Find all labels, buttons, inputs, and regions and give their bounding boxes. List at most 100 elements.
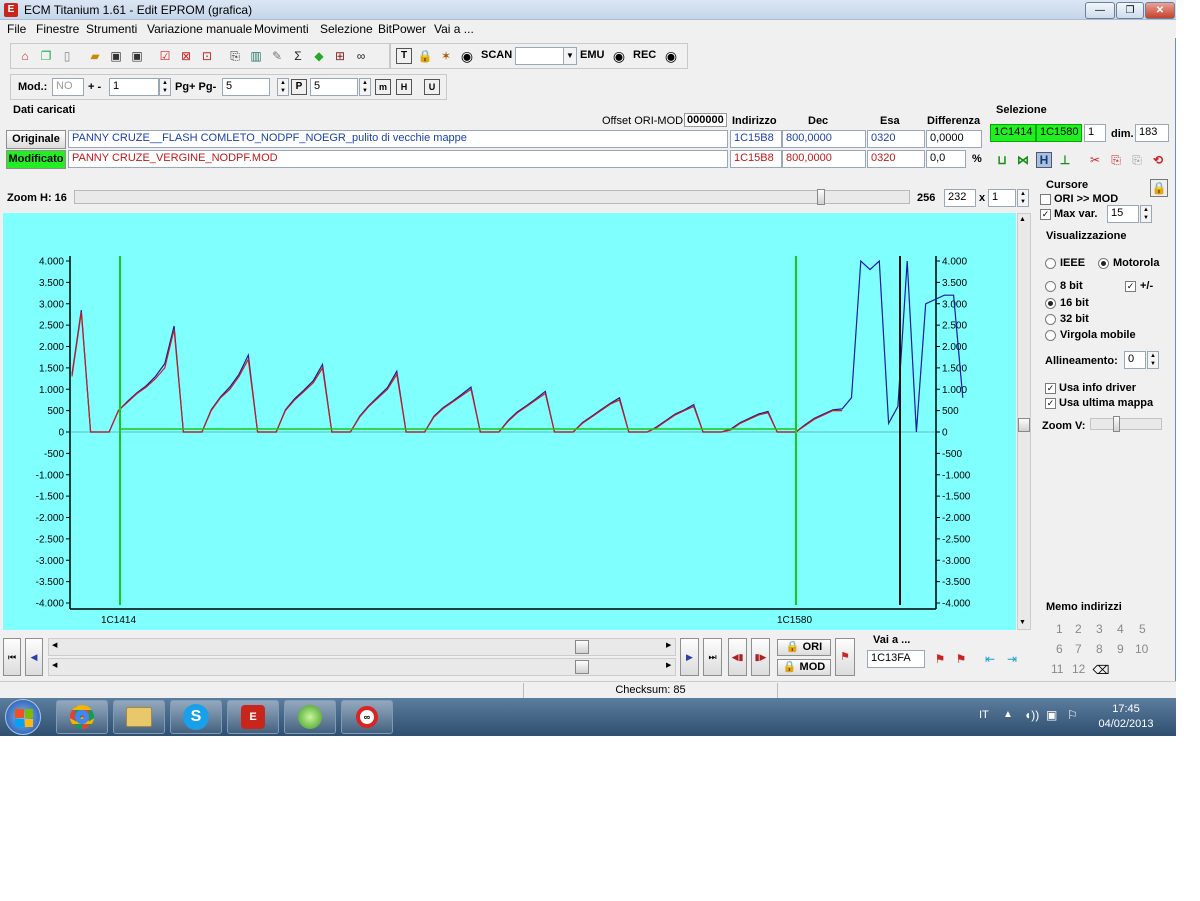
goto-mod-icon[interactable]: ⚑ bbox=[953, 651, 969, 667]
select-h-icon[interactable]: H bbox=[1036, 152, 1052, 168]
select-end-icon[interactable]: ⊥ bbox=[1057, 152, 1073, 168]
plusminus-input[interactable]: 1 bbox=[109, 78, 159, 96]
chrome-taskbar-icon[interactable] bbox=[56, 700, 108, 734]
tools-icon[interactable]: ✎ bbox=[269, 48, 285, 64]
original-diff[interactable]: 0,0000 bbox=[926, 130, 982, 148]
signed-checkbox[interactable]: ✓ bbox=[1125, 281, 1136, 292]
flag-button[interactable]: ⚑ bbox=[835, 638, 855, 676]
speed-app-taskbar-icon[interactable]: ∞ bbox=[341, 700, 393, 734]
bars-icon[interactable]: ▥ bbox=[248, 48, 264, 64]
lock-icon[interactable]: 🔒 bbox=[1150, 179, 1168, 197]
memo-item[interactable]: 6 bbox=[1056, 642, 1063, 656]
graph-vertical-scrollbar[interactable]: ▲ ▼ bbox=[1017, 213, 1031, 630]
action-center-flag-icon[interactable]: ⚐ bbox=[1067, 708, 1078, 722]
memo-item[interactable]: 9 bbox=[1117, 642, 1124, 656]
memo-item[interactable]: 7 bbox=[1075, 642, 1082, 656]
skype-taskbar-icon[interactable]: S bbox=[170, 700, 222, 734]
pg-input[interactable]: 5 bbox=[222, 78, 270, 96]
undo-icon[interactable]: ⟲ bbox=[1150, 152, 1166, 168]
memo-item[interactable]: 11 bbox=[1051, 662, 1063, 676]
scroll-down-icon[interactable]: ▼ bbox=[1019, 619, 1026, 626]
menu-file[interactable]: File bbox=[7, 22, 26, 36]
memo-item[interactable]: 12 bbox=[1072, 662, 1085, 676]
menu-strumenti[interactable]: Strumenti bbox=[86, 22, 137, 36]
clock-time[interactable]: 17:45 bbox=[1101, 703, 1151, 715]
windows-icon[interactable]: ❐ bbox=[38, 48, 54, 64]
align-spinner[interactable]: ▲ ▼ bbox=[1147, 351, 1159, 369]
zoom-value-b[interactable]: 232 bbox=[944, 189, 976, 207]
max-var-checkbox[interactable]: ✓ bbox=[1040, 209, 1051, 220]
ori-scroll-thumb[interactable] bbox=[575, 640, 589, 654]
ori-horizontal-scrollbar[interactable]: ◀ ▶ bbox=[48, 638, 676, 656]
swap-right-icon[interactable]: ⇥ bbox=[1004, 651, 1020, 667]
last-map-checkbox[interactable]: ✓ bbox=[1045, 398, 1056, 409]
paste-icon[interactable]: ⎘ bbox=[1108, 152, 1124, 168]
original-address[interactable]: 1C15B8 bbox=[730, 130, 782, 148]
emu-icon[interactable]: ◉ bbox=[611, 48, 627, 64]
compare-icon[interactable]: ◆ bbox=[311, 48, 327, 64]
ori-mod-checkbox[interactable] bbox=[1040, 194, 1051, 205]
originale-button[interactable]: Originale bbox=[6, 130, 66, 149]
ecm-titanium-taskbar-icon[interactable]: E bbox=[227, 700, 279, 734]
green-app-taskbar-icon[interactable] bbox=[284, 700, 336, 734]
h-icon[interactable]: H bbox=[396, 79, 412, 95]
driver-info-checkbox[interactable]: ✓ bbox=[1045, 383, 1056, 394]
motorola-radio[interactable] bbox=[1098, 258, 1109, 269]
menu-movimenti[interactable]: Movimenti bbox=[254, 22, 309, 36]
network-icon[interactable]: ▣ bbox=[1046, 708, 1057, 722]
cut-icon[interactable]: ✂ bbox=[1087, 152, 1103, 168]
next-page-button[interactable]: ▶ bbox=[680, 638, 699, 676]
start-button[interactable] bbox=[5, 699, 41, 735]
page-icon[interactable]: ▯ bbox=[59, 48, 75, 64]
menu-finestre[interactable]: Finestre bbox=[36, 22, 79, 36]
clock-date[interactable]: 04/02/2013 bbox=[1096, 718, 1156, 730]
prev-page-button[interactable]: ◀ bbox=[25, 638, 43, 676]
sum-icon[interactable]: Σ bbox=[290, 48, 306, 64]
memo-item[interactable]: 1 bbox=[1056, 622, 1063, 636]
goto-ori-icon[interactable]: ⚑ bbox=[932, 651, 948, 667]
memo-item[interactable]: 2 bbox=[1075, 622, 1082, 636]
bit8-radio[interactable] bbox=[1045, 281, 1056, 292]
dim-value[interactable]: 183 bbox=[1135, 124, 1169, 142]
mod-scroll-thumb[interactable] bbox=[575, 660, 589, 674]
prev-diff-button[interactable]: ◀▮ bbox=[728, 638, 747, 676]
vertical-scroll-thumb[interactable] bbox=[1018, 418, 1030, 432]
text-tool-icon[interactable]: T bbox=[396, 48, 412, 64]
ieee-radio[interactable] bbox=[1045, 258, 1056, 269]
copy-disabled-icon[interactable]: ⎘ bbox=[1129, 152, 1145, 168]
binoculars-icon[interactable]: ∞ bbox=[353, 48, 369, 64]
bit16-radio[interactable] bbox=[1045, 298, 1056, 309]
show-hidden-icons[interactable]: ▲ bbox=[1003, 709, 1013, 720]
swap-left-icon[interactable]: ⇤ bbox=[982, 651, 998, 667]
modified-file-field[interactable]: PANNY CRUZE_VERGINE_NODPF.MOD bbox=[68, 150, 728, 168]
zoom-h-thumb[interactable] bbox=[817, 189, 825, 205]
pg-spinner[interactable]: ▲ ▼ bbox=[277, 78, 289, 96]
menu-variazione-manuale[interactable]: Variazione manuale bbox=[147, 22, 252, 36]
next-diff-button[interactable]: ▮▶ bbox=[751, 638, 770, 676]
modified-hex[interactable]: 0320 bbox=[867, 150, 925, 168]
open-folder-icon[interactable]: ▰ bbox=[87, 48, 103, 64]
zoom-multiplier-spinner[interactable]: ▲ ▼ bbox=[1017, 189, 1029, 207]
ori-button[interactable]: 🔒 ORI bbox=[777, 639, 831, 656]
minimize-button[interactable]: — bbox=[1085, 2, 1115, 19]
original-file-field[interactable]: PANNY CRUZE__FLASH COMLETO_NODPF_NOEGR_p… bbox=[68, 130, 728, 148]
select-range-icon[interactable]: ⋈ bbox=[1015, 152, 1031, 168]
p-input[interactable]: 5 bbox=[310, 78, 358, 96]
zoom-v-thumb[interactable] bbox=[1113, 416, 1120, 432]
memo-item[interactable]: 8 bbox=[1096, 642, 1103, 656]
memo-item[interactable]: 5 bbox=[1139, 622, 1146, 636]
mod-horizontal-scrollbar[interactable]: ◀ ▶ bbox=[48, 658, 676, 676]
select-start-icon[interactable]: ⊔ bbox=[994, 152, 1010, 168]
selection-step[interactable]: 1 bbox=[1084, 124, 1106, 142]
last-page-button[interactable]: ⏭ bbox=[703, 638, 722, 676]
menu-bitpower[interactable]: BitPower bbox=[378, 22, 426, 36]
menu-selezione[interactable]: Selezione bbox=[320, 22, 373, 36]
zoom-multiplier[interactable]: 1 bbox=[988, 189, 1016, 207]
zoom-h-slider[interactable] bbox=[74, 189, 910, 205]
edit-values-icon[interactable]: ⊠ bbox=[178, 48, 194, 64]
selection-start[interactable]: 1C1414 bbox=[990, 124, 1036, 142]
close-button[interactable]: ✕ bbox=[1145, 2, 1175, 19]
scroll-right-icon[interactable]: ▶ bbox=[666, 641, 671, 649]
chart-icon[interactable]: ⊞ bbox=[332, 48, 348, 64]
scroll-left-icon[interactable]: ◀ bbox=[52, 641, 57, 649]
